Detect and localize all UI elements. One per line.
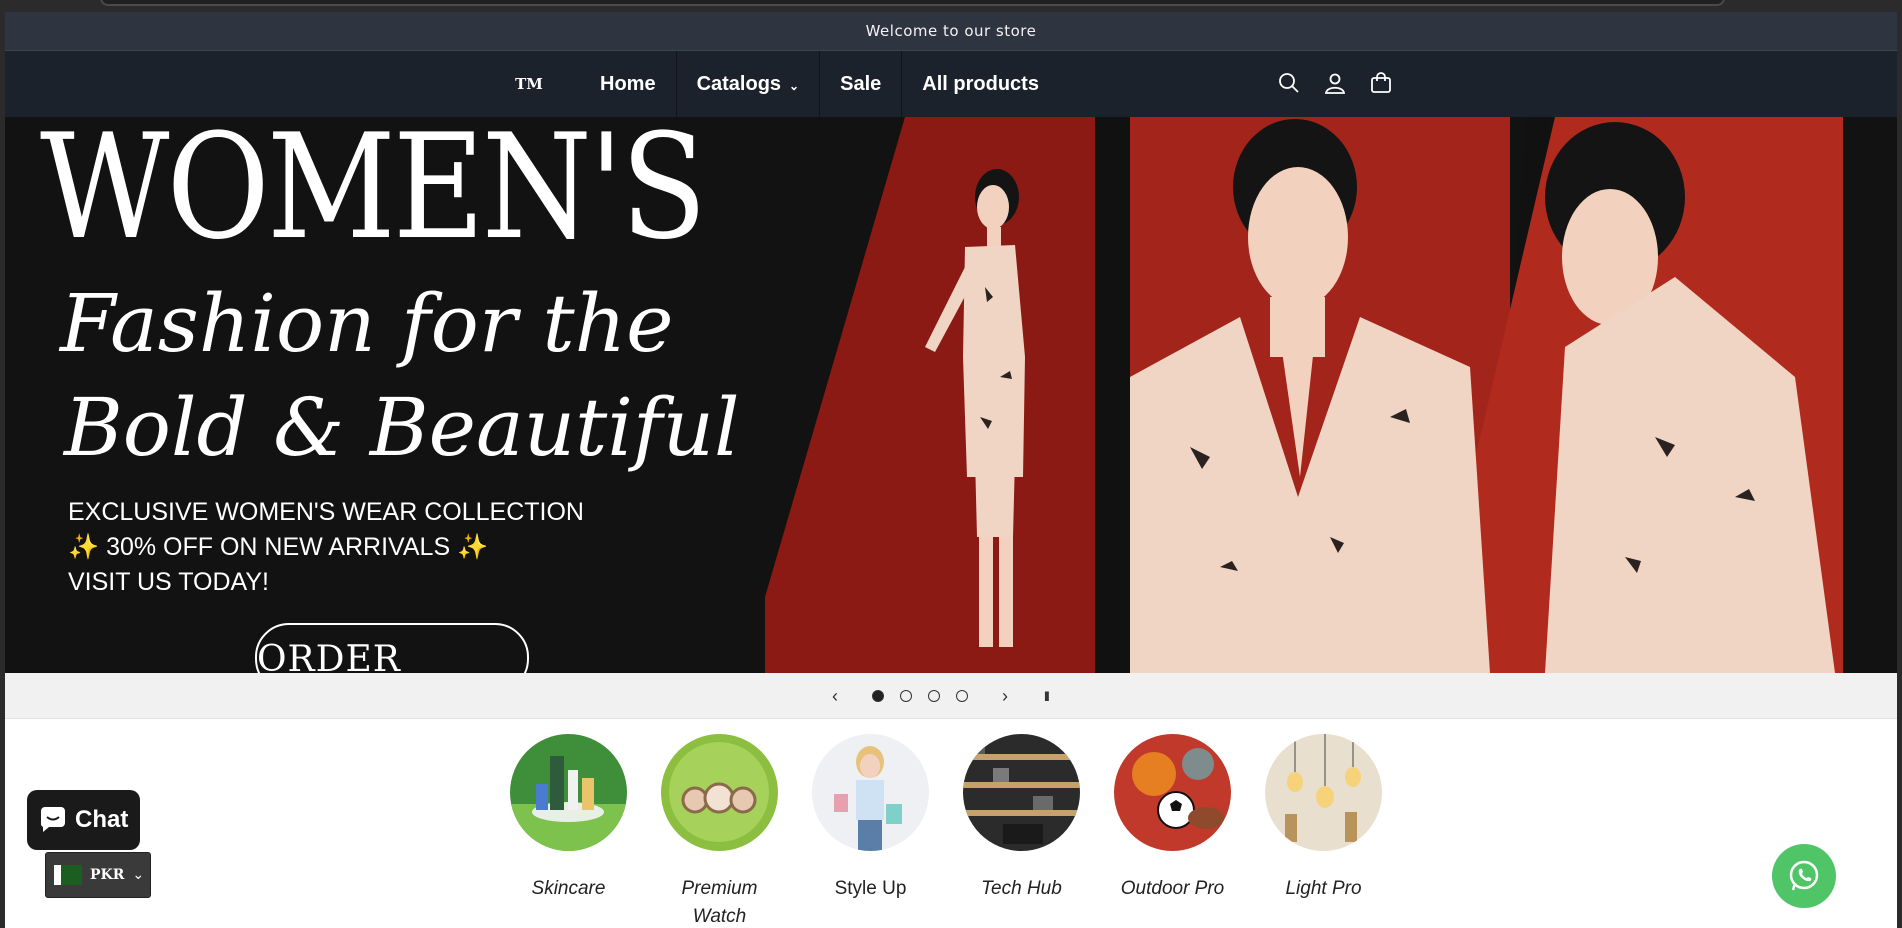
currency-code: PKR [90,867,125,883]
category-premium-watch-image [661,734,778,851]
chevron-down-icon: ⌄ [789,78,800,93]
chevron-down-icon: ⌄ [132,867,145,883]
browser-chrome [0,0,1902,12]
previous-slide-button[interactable]: ‹ [820,686,850,707]
slide-dot-3[interactable] [928,690,940,702]
hero-tagline-line2: Bold & Beautiful [64,381,740,474]
category-tech-hub-image [963,734,1080,851]
page: Welcome to our store TM Home Catalogs ⌄ S… [5,12,1897,928]
category-tech-hub[interactable]: Tech Hub [963,734,1080,928]
category-style-up[interactable]: Style Up [812,734,929,928]
scrollbar[interactable] [1897,12,1902,928]
category-tech-hub-label: Tech Hub [981,878,1062,899]
hero-divider [1095,117,1130,673]
hero-slide[interactable]: WOMEN'S Fashion for the Bold & Beautiful… [5,117,1897,673]
category-premium-watch[interactable]: Premium Watch [661,734,778,928]
hero-tagline: Fashion for the Bold & Beautiful [60,272,740,480]
category-light-pro-label: Light Pro [1285,878,1362,899]
whatsapp-icon [1789,860,1819,891]
next-slide-button[interactable]: › [990,686,1020,707]
category-outdoor-pro-label: Outdoor Pro [1120,878,1225,899]
store-logo[interactable]: TM [513,73,545,95]
hero-edge [1843,117,1897,673]
model-full-body [925,169,1025,647]
hero-tagline-line1: Fashion for the [60,277,674,370]
chat-button[interactable]: Chat [27,790,140,850]
cart-icon[interactable] [1367,69,1395,97]
category-style-up-image [812,734,929,851]
site-header: TM Home Catalogs ⌄ Sale All products [5,50,1897,118]
nav-home[interactable]: Home [578,51,677,118]
announcement-text: Welcome to our store [865,22,1037,40]
nav-catalogs[interactable]: Catalogs ⌄ [677,51,821,118]
account-icon[interactable] [1321,69,1349,97]
category-skincare-image [510,734,627,851]
pause-icon[interactable]: II [1044,688,1050,704]
model-portrait-right [1545,122,1835,673]
hero-info-line1: EXCLUSIVE WOMEN'S WEAR COLLECTION [68,498,584,526]
nav-home-label: Home [600,73,656,95]
category-list: Skincare Premium Watch Style Up Tech Hub [510,734,1382,928]
chat-label: Chat [75,806,129,833]
slide-dots [872,690,968,702]
slide-dot-1[interactable] [872,690,884,702]
category-style-up-label: Style Up [834,878,907,899]
currency-selector[interactable]: PKR ⌄ [45,852,151,898]
slideshow-controls: ‹ › II [5,673,1897,719]
hero-info-line3: VISIT US TODAY! [68,568,269,596]
announcement-bar: Welcome to our store [5,12,1897,50]
main-nav: Home Catalogs ⌄ Sale All products [578,51,1059,118]
hero-info: EXCLUSIVE WOMEN'S WEAR COLLECTION ✨ 30% … [68,495,584,600]
header-icons [1275,69,1395,97]
whatsapp-button[interactable] [1772,844,1836,908]
slide-dot-4[interactable] [956,690,968,702]
nav-all-products[interactable]: All products [902,51,1059,118]
order-now-button[interactable]: ORDER NOW! [255,623,529,673]
nav-sale-label: Sale [840,73,882,95]
category-light-pro-image [1265,734,1382,851]
category-premium-watch-label: Premium Watch [681,878,758,927]
order-now-label: ORDER NOW! [257,639,401,673]
logo-text: TM [515,75,543,93]
pakistan-flag-icon [54,865,82,885]
category-light-pro[interactable]: Light Pro [1265,734,1382,928]
nav-all-products-label: All products [922,73,1039,95]
nav-sale[interactable]: Sale [820,51,903,118]
hero-title: WOMEN'S [40,117,707,272]
model-portrait-center [1130,119,1490,673]
slide-dot-2[interactable] [900,690,912,702]
hero-info-line2: ✨ 30% OFF ON NEW ARRIVALS ✨ [68,533,489,561]
search-icon[interactable] [1275,69,1303,97]
address-bar[interactable] [100,0,1725,6]
nav-catalogs-label: Catalogs [696,73,782,95]
category-outdoor-pro[interactable]: Outdoor Pro [1114,734,1231,928]
chat-bubble-icon [40,807,65,832]
category-skincare[interactable]: Skincare [510,734,627,928]
category-outdoor-pro-image [1114,734,1231,851]
category-skincare-label: Skincare [531,878,606,899]
